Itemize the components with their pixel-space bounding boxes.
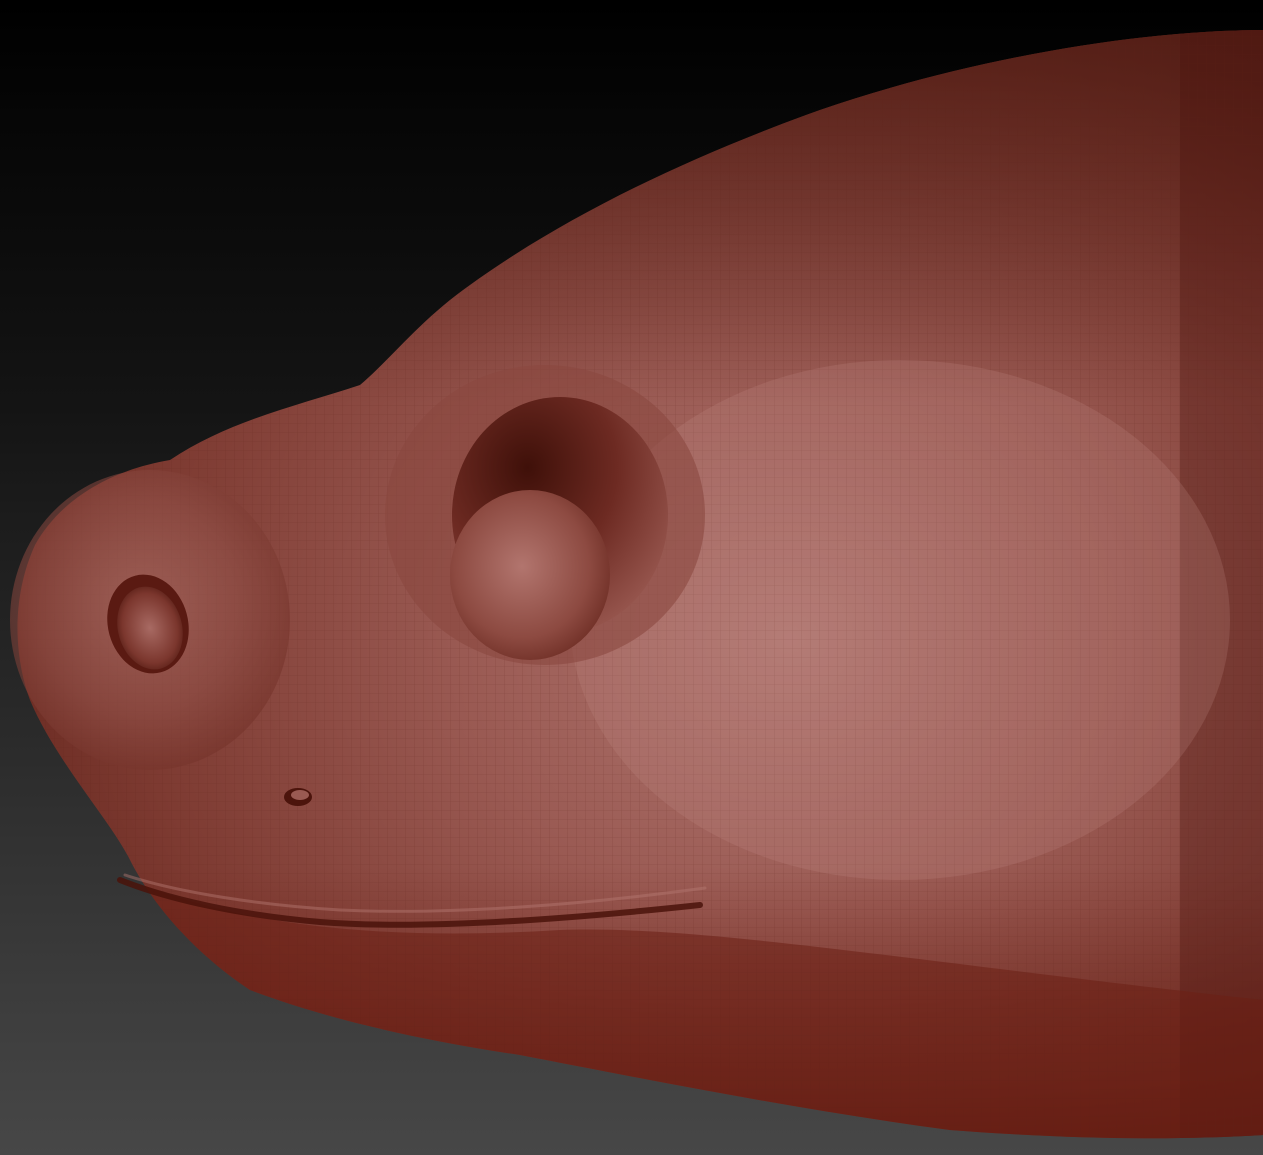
viewport-canvas[interactable] [0,0,1263,1155]
eye-socket[interactable] [385,365,705,665]
eyeball[interactable] [450,490,610,660]
mouth-corner-pit[interactable] [284,788,312,806]
sculpt-viewport[interactable] [0,0,1263,1155]
